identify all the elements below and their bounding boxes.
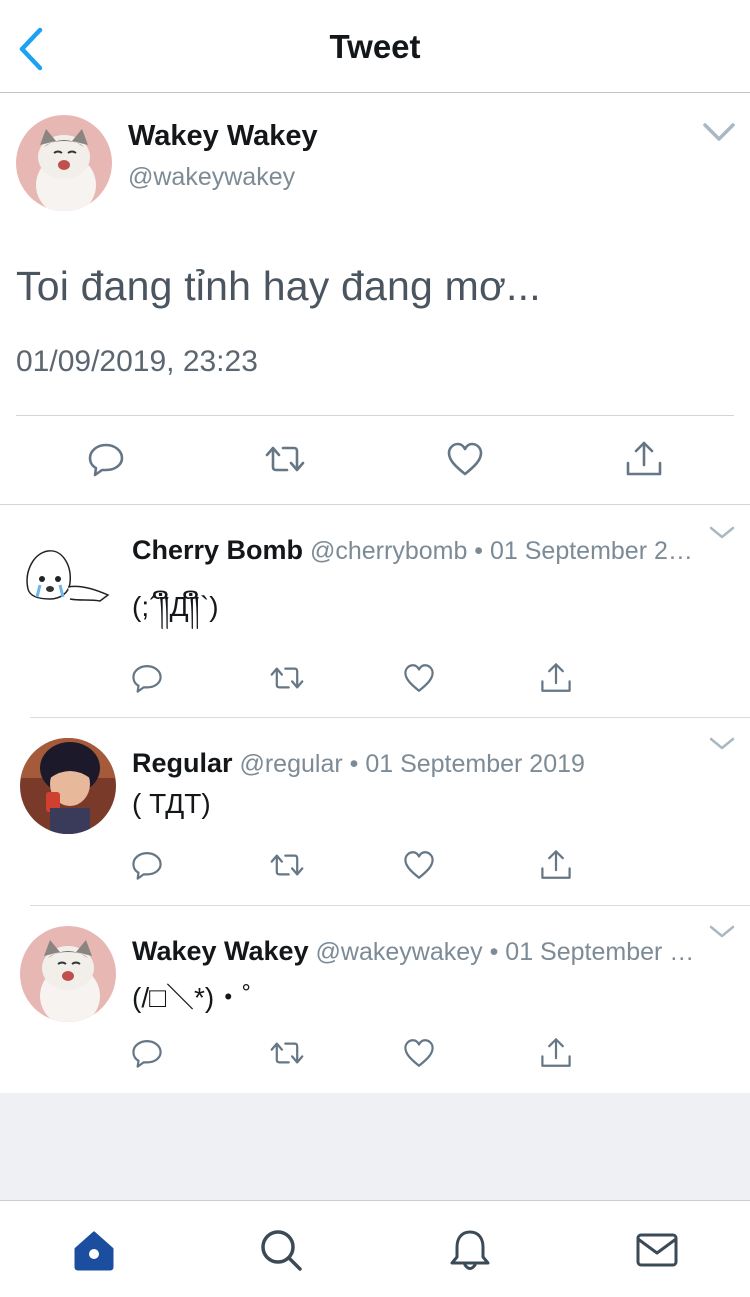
reply-tweet[interactable]: Regular @regular • 01 September 2019 ( Т… (0, 718, 750, 906)
reply-icon[interactable] (130, 848, 164, 882)
header: Tweet (0, 0, 750, 93)
share-icon[interactable] (539, 661, 573, 695)
reply-tweet[interactable]: Cherry Bomb @cherrybomb • 01 September 2… (0, 505, 750, 718)
like-icon[interactable] (402, 848, 436, 882)
share-icon[interactable] (624, 439, 664, 479)
reply-meta: @cherrybomb • 01 September 2019 (303, 537, 702, 565)
chevron-down-icon[interactable] (708, 924, 736, 940)
reply-icon[interactable] (86, 439, 126, 479)
reply-icon[interactable] (130, 1036, 164, 1070)
reply-meta: @regular • 01 September 2019 (232, 750, 585, 778)
retweet-icon[interactable] (270, 848, 304, 882)
tweet-timestamp: 01/09/2019, 23:23 (16, 345, 258, 378)
reply-meta: @wakeywakey • 01 September 2019 (308, 938, 697, 966)
messages-icon[interactable] (634, 1227, 680, 1273)
tab-bar (0, 1200, 750, 1297)
reply-author-name[interactable]: Cherry Bomb (132, 535, 303, 565)
chevron-down-icon[interactable] (708, 736, 736, 752)
page-title: Tweet (329, 28, 421, 65)
avatar[interactable] (20, 738, 116, 834)
home-icon[interactable] (71, 1227, 117, 1273)
retweet-icon[interactable] (270, 1036, 304, 1070)
reply-tweet[interactable]: Wakey Wakey @wakeywakey • 01 September 2… (0, 906, 750, 1093)
like-icon[interactable] (402, 1036, 436, 1070)
reply-header: Cherry Bomb @cherrybomb • 01 September 2… (132, 535, 702, 566)
avatar[interactable] (20, 527, 116, 623)
retweet-icon[interactable] (265, 439, 305, 479)
share-icon[interactable] (539, 1036, 573, 1070)
notifications-icon[interactable] (447, 1227, 493, 1273)
share-icon[interactable] (539, 848, 573, 882)
divider (16, 415, 734, 416)
reply-text: (/□＼*)・゜ (132, 982, 271, 1013)
author-handle[interactable]: @wakeywakey (128, 163, 295, 192)
main-tweet: Wakey Wakey @wakeywakey Toi đang tỉnh ha… (0, 93, 750, 505)
reply-author-name[interactable]: Wakey Wakey (132, 936, 309, 966)
chevron-down-icon[interactable] (702, 121, 736, 143)
reply-header: Wakey Wakey @wakeywakey • 01 September 2… (132, 936, 697, 967)
reply-icon[interactable] (130, 661, 164, 695)
author-name[interactable]: Wakey Wakey (128, 120, 318, 153)
avatar[interactable] (16, 115, 112, 211)
reply-author-name[interactable]: Regular (132, 748, 233, 778)
reply-text: ( ТДТ) (132, 788, 211, 819)
retweet-icon[interactable] (270, 661, 304, 695)
empty-area (0, 1093, 750, 1200)
tweet-text: Toi đang tỉnh hay đang mơ... (16, 263, 541, 309)
like-icon[interactable] (402, 661, 436, 695)
like-icon[interactable] (445, 439, 485, 479)
avatar[interactable] (20, 926, 116, 1022)
chevron-down-icon[interactable] (708, 525, 736, 541)
reply-header: Regular @regular • 01 September 2019 (132, 748, 702, 779)
search-icon[interactable] (258, 1227, 304, 1273)
reply-text: (;´༎ຶД༎ຶ`) (132, 591, 219, 622)
